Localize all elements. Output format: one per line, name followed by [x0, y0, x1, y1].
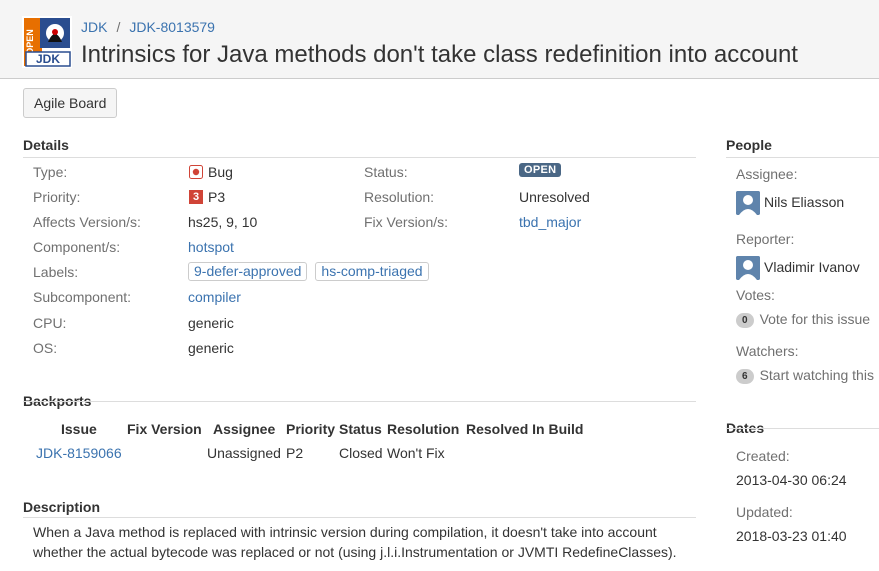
label-tag[interactable]: hs-comp-triaged: [315, 262, 429, 281]
votes-label: Votes:: [736, 287, 775, 303]
description-heading: Description: [23, 499, 101, 515]
priority-icon: 3: [189, 190, 203, 204]
type-value: Bug: [208, 164, 233, 180]
backports-divider: [23, 401, 696, 402]
reporter-label: Reporter:: [736, 231, 795, 247]
priority-label: Priority:: [33, 189, 81, 205]
watch-link[interactable]: Start watching this: [760, 367, 874, 383]
status-badge: OPEN: [519, 163, 562, 177]
created-value: 2013-04-30 06:24: [736, 472, 847, 488]
backport-issue-link[interactable]: JDK-8159066: [36, 445, 122, 461]
component-label: Component/s:: [33, 239, 121, 255]
backport-priority: P2: [286, 445, 304, 461]
svg-text:OPEN: OPEN: [25, 29, 35, 55]
vote-link[interactable]: Vote for this issue: [760, 311, 871, 327]
status-label: Status:: [364, 164, 408, 180]
subcomponent-link[interactable]: compiler: [188, 289, 241, 305]
os-label: OS:: [33, 340, 58, 356]
bug-icon: [189, 165, 203, 179]
labels-label: Labels:: [33, 264, 79, 280]
column-header-resolution: Resolution: [387, 421, 460, 437]
backport-status: Closed: [339, 445, 383, 461]
column-header-assignee: Assignee: [213, 421, 276, 437]
updated-label: Updated:: [736, 504, 793, 520]
resolution-value: Unresolved: [519, 189, 590, 205]
breadcrumb: JDK / JDK-8013579: [81, 19, 215, 35]
details-heading: Details: [23, 137, 69, 153]
watchers-row: 6 Start watching this: [736, 367, 874, 384]
breadcrumb-project-link[interactable]: JDK: [81, 19, 107, 35]
description-divider: [23, 517, 696, 518]
affects-version-value: hs25, 9, 10: [188, 214, 258, 230]
priority-value: P3: [208, 189, 226, 205]
os-value: generic: [188, 340, 234, 356]
details-divider: [23, 157, 696, 158]
column-header-issue: Issue: [61, 421, 97, 437]
column-header-fix-version: Fix Version: [127, 421, 202, 437]
breadcrumb-issue-link[interactable]: JDK-8013579: [129, 19, 215, 35]
label-tag[interactable]: 9-defer-approved: [188, 262, 308, 281]
assignee-avatar-icon[interactable]: [736, 191, 760, 215]
component-link[interactable]: hotspot: [188, 239, 234, 255]
watchers-count-badge: 6: [736, 369, 754, 384]
svg-text:JDK: JDK: [36, 52, 60, 66]
fix-version-link[interactable]: tbd_major: [519, 214, 581, 230]
agile-board-button[interactable]: Agile Board: [23, 88, 118, 118]
labels-list: 9-defer-approved hs-comp-triaged: [188, 262, 437, 281]
resolution-label: Resolution:: [364, 189, 435, 205]
column-header-resolved-in-build: Resolved In Build: [466, 421, 584, 437]
subcomponent-label: Subcomponent:: [33, 289, 132, 305]
type-label: Type:: [33, 164, 68, 180]
votes-row: 0 Vote for this issue: [736, 311, 870, 328]
openjdk-logo[interactable]: OPEN JDK: [22, 16, 72, 68]
dates-divider: [726, 428, 879, 429]
assignee-name[interactable]: Nils Eliasson: [764, 194, 844, 210]
votes-count-badge: 0: [736, 313, 754, 328]
column-header-status: Status: [339, 421, 382, 437]
people-heading: People: [726, 137, 772, 153]
issue-header: OPEN JDK JDK / JDK-8013579 Intrinsics for …: [0, 0, 879, 79]
created-label: Created:: [736, 448, 790, 464]
column-header-priority: Priority: [286, 421, 336, 437]
affects-version-label: Affects Version/s:: [33, 214, 141, 230]
people-divider: [726, 157, 879, 158]
description-text: When a Java method is replaced with intr…: [33, 524, 677, 560]
breadcrumb-separator: /: [116, 19, 121, 35]
cpu-label: CPU:: [33, 315, 67, 331]
backport-assignee: Unassigned: [207, 445, 281, 461]
reporter-name[interactable]: Vladimir Ivanov: [764, 259, 860, 275]
reporter-avatar-icon[interactable]: [736, 256, 760, 280]
cpu-value: generic: [188, 315, 234, 331]
fix-version-label: Fix Version/s:: [364, 214, 449, 230]
issue-title: Intrinsics for Java methods don't take c…: [81, 41, 798, 68]
assignee-label: Assignee:: [736, 166, 798, 182]
watchers-label: Watchers:: [736, 343, 799, 359]
backport-resolution: Won't Fix: [387, 445, 445, 461]
updated-value: 2018-03-23 01:40: [736, 528, 847, 544]
